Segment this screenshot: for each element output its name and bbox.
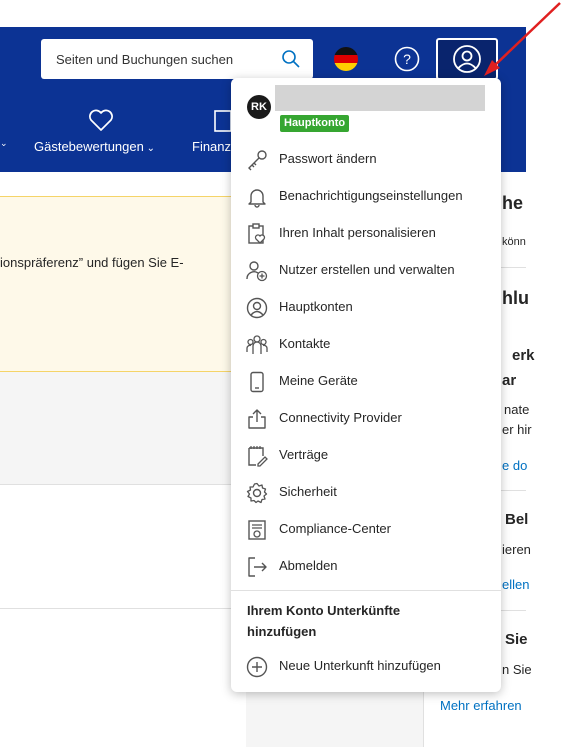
side-heading: Bel (505, 511, 529, 528)
plus-circle-icon (246, 656, 268, 678)
menu-item-add-property[interactable]: Neue Unterkunft hinzufügen (231, 648, 501, 685)
menu-item-label: Hauptkonten (279, 299, 353, 314)
heart-icon (89, 109, 113, 131)
gear-icon (246, 482, 268, 504)
user-add-icon (246, 261, 268, 282)
menu-item-label: Connectivity Provider (279, 410, 402, 425)
search-input[interactable]: Seiten und Buchungen suchen (56, 52, 313, 67)
menu-item-label: Compliance-Center (279, 521, 391, 536)
menu-item-security[interactable]: Sicherheit (231, 474, 501, 511)
side-text: ieren (502, 542, 531, 557)
menu-item-change-password[interactable]: Passwort ändern (231, 141, 501, 178)
phone-icon (250, 371, 264, 393)
menu-item-main-accounts[interactable]: Hauptkonten (231, 289, 501, 326)
compliance-icon (248, 520, 266, 540)
menu-item-logout[interactable]: Abmelden (231, 548, 501, 585)
divider (231, 590, 501, 591)
bell-icon (248, 189, 266, 208)
menu-item-my-devices[interactable]: Meine Geräte (231, 363, 501, 400)
menu-item-label: Ihren Inhalt personalisieren (279, 225, 436, 240)
menu-item-compliance-center[interactable]: Compliance-Center (231, 511, 501, 548)
nav-chevron-icon[interactable]: ⌄ (0, 138, 8, 149)
side-text: könn (502, 236, 526, 248)
account-dropdown-menu: RK Hauptkonto Passwort ändern Benachrich… (231, 78, 501, 692)
menu-item-label: Abmelden (279, 558, 338, 573)
logout-icon (248, 557, 267, 577)
nav-item-guest-reviews[interactable]: Gästebewertungen ⌄ (34, 139, 155, 154)
nav-item-finance[interactable]: Finanz (192, 139, 231, 154)
side-text: er hir (502, 422, 532, 437)
section-title: Ihrem Konto Unterkünfte hinzufügen (247, 603, 401, 639)
menu-item-contacts[interactable]: Kontakte (231, 326, 501, 363)
side-heading: hlu (502, 288, 529, 308)
side-heading: ar (502, 372, 517, 389)
clipboard-heart-icon (248, 223, 266, 244)
menu-item-notification-settings[interactable]: Benachrichtigungseinstellungen (231, 178, 501, 215)
avatar: RK (247, 95, 271, 119)
germany-flag-icon[interactable] (334, 47, 358, 71)
menu-item-label: Sicherheit (279, 484, 337, 499)
help-icon[interactable]: ? (394, 46, 420, 72)
account-name-redacted (275, 85, 485, 111)
side-heading: he (502, 193, 524, 213)
menu-item-personalize-content[interactable]: Ihren Inhalt personalisieren (231, 215, 501, 252)
menu-item-label: Kontakte (279, 336, 331, 351)
menu-item-label: Meine Geräte (279, 373, 358, 388)
content-band (0, 372, 246, 485)
content-band (246, 690, 423, 747)
nav-item-label: Gästebewertungen (34, 139, 144, 154)
menu-item-label: Passwort ändern (279, 151, 377, 166)
menu-item-contracts[interactable]: Verträge (231, 437, 501, 474)
notice-banner (0, 196, 246, 372)
menu-item-label: Benachrichtigungseinstellungen (279, 188, 463, 203)
divider (0, 608, 246, 609)
notice-text: ionspräferenz” und fügen Sie E- (0, 255, 184, 270)
nav-item-label: Finanz (192, 139, 232, 154)
search-icon[interactable] (281, 49, 301, 69)
search-bar[interactable]: Seiten und Buchungen suchen (41, 39, 313, 79)
people-icon (246, 335, 268, 354)
status-badge: Hauptkonto (280, 115, 350, 132)
menu-item-label: Verträge (279, 447, 329, 462)
contract-icon (248, 446, 268, 467)
side-text: n Sie (502, 662, 532, 677)
side-link[interactable]: e do (502, 458, 527, 473)
help-label: ? (403, 51, 411, 67)
side-link[interactable]: ellen (502, 577, 529, 592)
side-heading: Sie (505, 631, 528, 648)
chevron-down-icon: ⌄ (143, 143, 156, 154)
share-icon (248, 409, 266, 429)
key-icon (248, 150, 267, 171)
learn-more-link[interactable]: Mehr erfahren (440, 698, 522, 713)
side-text: nate (504, 402, 530, 417)
user-circle-icon (246, 297, 268, 319)
menu-item-label: Neue Unterkunft hinzufügen (279, 658, 441, 673)
side-heading: erk (512, 347, 535, 364)
document-icon (214, 110, 232, 132)
menu-item-manage-users[interactable]: Nutzer erstellen und verwalten (231, 252, 501, 289)
annotation-arrow-icon (484, 2, 561, 76)
menu-item-connectivity-provider[interactable]: Connectivity Provider (231, 400, 501, 437)
menu-item-label: Nutzer erstellen und verwalten (279, 262, 455, 277)
